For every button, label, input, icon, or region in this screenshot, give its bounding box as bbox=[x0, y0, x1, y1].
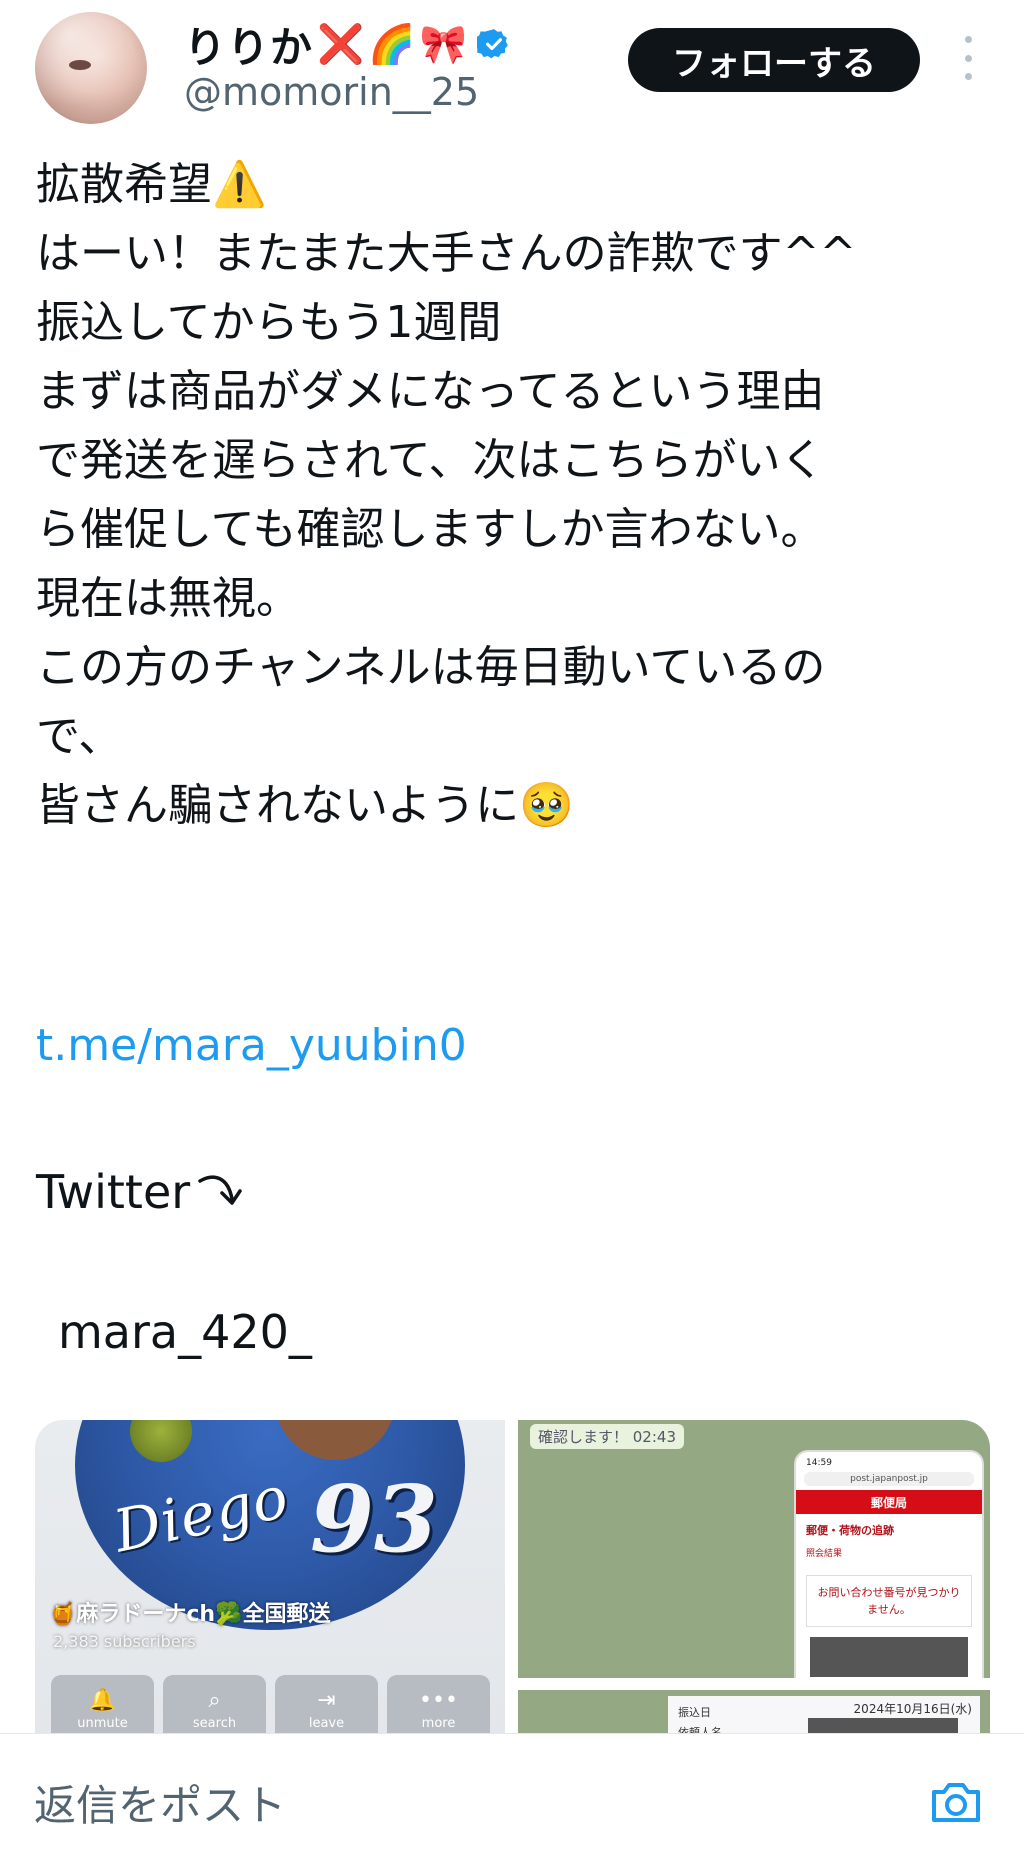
post-line: で発送を遅らされて、次はこちらがいく bbox=[36, 435, 825, 486]
bell-icon: 🔔 bbox=[88, 1687, 117, 1713]
not-found-notice: お問い合わせ番号が見つかりません。 bbox=[806, 1575, 972, 1627]
post-line: で、 bbox=[36, 711, 123, 762]
dot bbox=[964, 73, 972, 80]
follow-button[interactable]: フォローする bbox=[628, 28, 920, 92]
profile-script-text: Diego bbox=[107, 1462, 295, 1566]
author-display-name[interactable]: りりか bbox=[184, 14, 313, 75]
twitter-label: Twitter bbox=[36, 1165, 191, 1219]
curved-arrow-down-icon bbox=[198, 1175, 242, 1205]
name-emoji-ribbon: 🎀 bbox=[419, 22, 467, 66]
author-handle[interactable]: @momorin__25 bbox=[184, 70, 479, 114]
phone-url: post.japanpost.jp bbox=[804, 1472, 974, 1486]
unmute-button: 🔔 unmute bbox=[51, 1675, 154, 1740]
post-header: りりか ❌ 🌈 🎀 @momorin__25 フォローする bbox=[0, 0, 1024, 140]
avatar-highlight bbox=[35, 12, 147, 124]
search-button: ⌕ search bbox=[163, 1675, 266, 1740]
receipt-row-label: 振込日 bbox=[678, 1706, 711, 1719]
post-line: ら催促しても確認しますしか言わない。 bbox=[36, 504, 825, 555]
chat-bubble-time: 確認します！ 02:43 bbox=[530, 1424, 684, 1449]
more-button: ••• more bbox=[387, 1675, 490, 1740]
post-line: 拡散希望⚠️ bbox=[36, 159, 267, 210]
more-icon: ••• bbox=[419, 1687, 458, 1713]
tracking-heading: 郵便・荷物の追跡 bbox=[806, 1524, 894, 1537]
search-label: search bbox=[192, 1715, 237, 1731]
post-line: まずは商品がダメになってるという理由 bbox=[36, 366, 825, 417]
tracking-screenshot: 14:59 post.japanpost.jp 郵便局 郵便・荷物の追跡 照会結… bbox=[794, 1450, 984, 1678]
name-emoji-rainbow: 🌈 bbox=[368, 22, 416, 66]
media-image-telegram-channel[interactable]: Diego 93 🍯麻ラドーナch🥦全国郵送 2,383 subscribers… bbox=[35, 1420, 505, 1740]
leave-icon: ⇥ bbox=[317, 1687, 336, 1713]
channel-title: 🍯麻ラドーナch🥦全国郵送 bbox=[49, 1602, 331, 1627]
unmute-label: unmute bbox=[77, 1715, 128, 1731]
telegram-link[interactable]: t.me/mara_yuubin0 bbox=[36, 1020, 467, 1071]
account-mention: mara_420_ bbox=[58, 1305, 312, 1359]
phone-time: 14:59 bbox=[806, 1458, 832, 1468]
verified-badge-icon bbox=[477, 29, 508, 59]
media-grid: Diego 93 🍯麻ラドーナch🥦全国郵送 2,383 subscribers… bbox=[35, 1420, 990, 1740]
profile-bud bbox=[130, 1420, 192, 1462]
post-line: この方のチャンネルは毎日動いているの bbox=[36, 642, 826, 693]
leave-label: leave bbox=[308, 1715, 345, 1731]
post-text: 拡散希望⚠️ はーい！またまた大手さんの詐欺です^^ 振込してからもう1週間 ま… bbox=[36, 150, 996, 840]
tracking-sub: 照会結果 bbox=[806, 1549, 843, 1559]
camera-icon[interactable] bbox=[928, 1778, 984, 1826]
channel-subscribers: 2,383 subscribers bbox=[53, 1632, 196, 1651]
dot bbox=[964, 54, 972, 62]
reply-input[interactable]: 返信をポスト bbox=[34, 1772, 286, 1833]
avatar-eye bbox=[69, 60, 91, 70]
twitter-label-row: Twitter bbox=[36, 1165, 246, 1219]
redacted-block bbox=[810, 1637, 968, 1677]
more-label: more bbox=[421, 1715, 456, 1731]
channel-action-row: 🔔 unmute ⌕ search ⇥ leave ••• more bbox=[51, 1675, 490, 1740]
post-line: 皆さん騙されないように🥹 bbox=[36, 780, 574, 831]
search-icon: ⌕ bbox=[208, 1687, 221, 1713]
profile-number: 93 bbox=[310, 1465, 439, 1573]
name-emoji-cross: ❌ bbox=[317, 22, 365, 66]
dot bbox=[964, 36, 972, 43]
post-office-header: 郵便局 bbox=[796, 1490, 982, 1514]
vertical-dots-icon[interactable] bbox=[956, 36, 980, 80]
profile-figure bbox=[275, 1420, 395, 1460]
reply-composer[interactable]: 返信をポスト bbox=[0, 1733, 1024, 1854]
post-line: はーい！またまた大手さんの詐欺です^^ bbox=[36, 228, 857, 279]
leave-button: ⇥ leave bbox=[275, 1675, 378, 1740]
author-avatar[interactable] bbox=[35, 12, 147, 124]
author-name-row[interactable]: りりか ❌ 🌈 🎀 bbox=[184, 16, 511, 72]
receipt-date: 2024年10月16日(水) bbox=[853, 1702, 972, 1716]
post-line: 振込してからもう1週間 bbox=[36, 297, 502, 348]
media-image-chat-tracking[interactable]: 確認します！ 02:43 14:59 post.japanpost.jp 郵便局… bbox=[518, 1420, 990, 1678]
post-line: 現在は無視。 bbox=[36, 573, 300, 624]
